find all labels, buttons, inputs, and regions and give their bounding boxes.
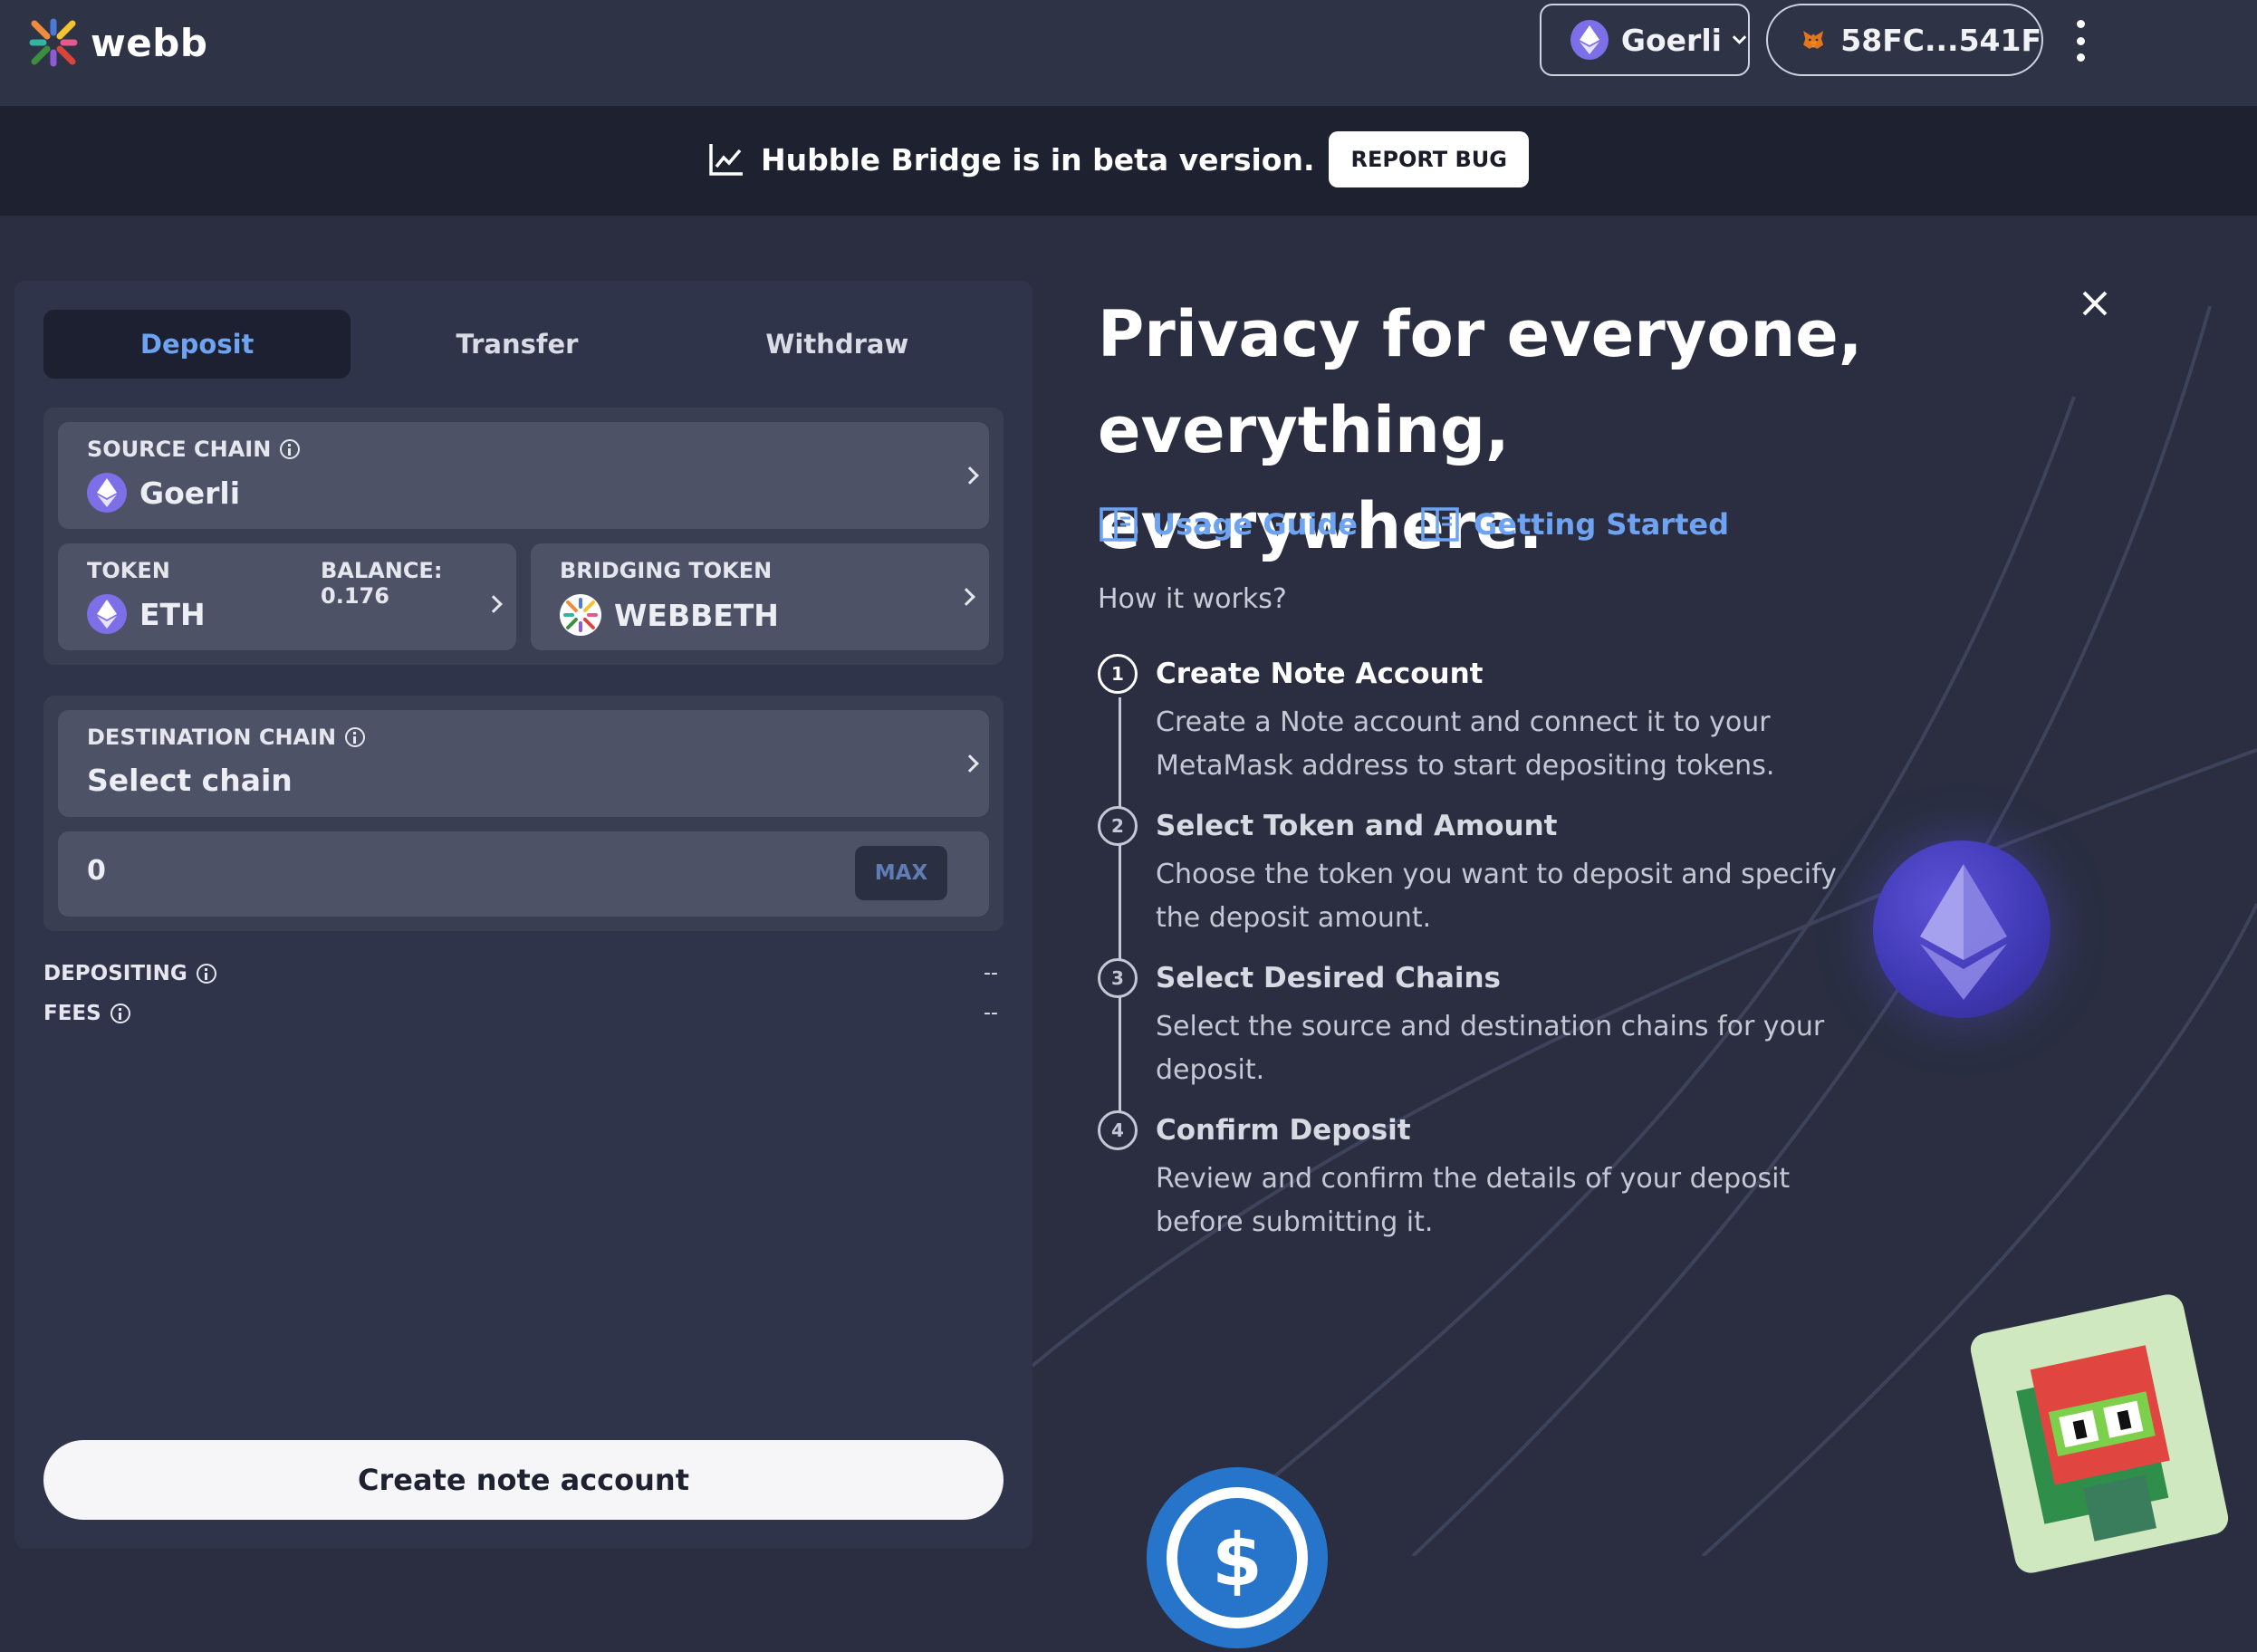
step-number: 4 [1098,1110,1138,1150]
depositing-label: DEPOSITING [43,962,187,985]
step-title: Create Note Account [1156,658,1484,690]
help-links: Usage Guide Getting Started [1100,507,1792,542]
token-value: ETH [139,596,206,632]
fees-row: FEES [43,1002,130,1025]
fees-label: FEES [43,1002,101,1025]
step-number: 3 [1098,958,1138,998]
webb-logo-icon [29,18,78,67]
source-chain-label: SOURCE CHAIN [87,437,272,462]
max-button[interactable]: MAX [855,846,947,900]
usdc-coin-icon: $ [1147,1467,1328,1648]
bridging-token-selector[interactable]: BRIDGING TOKEN WEBBETH [531,543,989,650]
token-selector[interactable]: TOKEN BALANCE: 0.176 ETH [58,543,516,650]
network-label: Goerli [1620,22,1722,58]
steps-list: 1 Create Note Account Create a Note acco… [1098,652,1895,1261]
bridge-form-panel: Deposit Transfer Withdraw SOURCE CHAIN G… [14,281,1032,1549]
depositing-row: DEPOSITING [43,962,216,985]
step-title: Select Desired Chains [1156,962,1502,994]
destination-group: DESTINATION CHAIN Select chain 0 MAX [43,696,1004,931]
info-icon[interactable] [196,964,216,984]
step-item: 3 Select Desired Chains Select the sourc… [1098,956,1895,1109]
webbeth-token-icon [560,594,601,636]
amount-field[interactable]: 0 MAX [58,831,989,917]
create-note-account-button[interactable]: Create note account [43,1440,1004,1520]
token-label: TOKEN [87,558,170,583]
step-description: Select the source and destination chains… [1156,1011,1825,1086]
network-selector-button[interactable]: Goerli [1540,4,1750,76]
brand-logo[interactable]: webb [27,16,207,69]
bridging-token-label: BRIDGING TOKEN [560,558,773,583]
usage-guide-link[interactable]: Usage Guide [1100,507,1358,542]
source-group: SOURCE CHAIN Goerli TOKEN BALANCE: 0.176 [43,408,1004,665]
step-description: Choose the token you want to deposit and… [1156,859,1837,934]
tab-bar: Deposit Transfer Withdraw [43,310,1004,379]
ethereum-coin-icon [1873,840,2051,1018]
tab-deposit[interactable]: Deposit [43,310,351,379]
hero-line-1: Privacy for everyone, [1098,297,1863,371]
step-item: 4 Confirm Deposit Review and confirm the… [1098,1109,1895,1261]
step-title: Confirm Deposit [1156,1114,1411,1147]
close-icon[interactable] [2079,288,2110,319]
destination-chain-label: DESTINATION CHAIN [87,725,337,750]
chevron-right-icon [957,588,975,606]
account-address: 58FC...541F [1840,22,2041,58]
ethereum-icon [87,594,127,634]
report-bug-button[interactable]: REPORT BUG [1329,131,1529,187]
step-description: Create a Note account and connect it to … [1156,706,1775,782]
info-icon[interactable] [345,727,366,747]
svg-text:$: $ [1212,1518,1263,1602]
how-it-works-label: How it works? [1098,583,1287,615]
hero-line-2: everything, everywhere. [1098,393,1543,563]
book-icon [1100,507,1138,542]
top-bar: webb Goerli 58FC...541F [0,0,2257,106]
getting-started-label: Getting Started [1474,507,1729,542]
beta-banner: Hubble Bridge is in beta version. REPORT… [0,106,2257,216]
info-icon[interactable] [110,1004,130,1023]
chevron-right-icon [961,466,979,485]
step-description: Review and confirm the details of your d… [1156,1163,1791,1238]
info-icon[interactable] [280,439,301,459]
source-chain-value: Goerli [139,475,241,511]
tab-transfer[interactable]: Transfer [363,310,670,379]
step-title: Select Token and Amount [1156,810,1558,842]
chevron-down-icon [1732,35,1747,44]
chevron-right-icon [961,754,979,773]
source-chain-selector[interactable]: SOURCE CHAIN Goerli [58,422,989,529]
metamask-fox-icon [1803,31,1824,49]
ethereum-icon [1570,20,1609,60]
destination-chain-selector[interactable]: DESTINATION CHAIN Select chain [58,710,989,817]
brand-name: webb [91,20,208,65]
tab-withdraw[interactable]: Withdraw [684,310,991,379]
step-number: 2 [1098,806,1138,846]
bridging-token-value: WEBBETH [614,597,779,633]
book-icon [1421,507,1459,542]
ethereum-icon [87,473,127,513]
fees-value: -- [984,1002,998,1024]
wallet-account-button[interactable]: 58FC...541F [1766,4,2043,76]
destination-chain-value: Select chain [87,763,293,798]
usage-guide-label: Usage Guide [1152,507,1358,542]
amount-input[interactable]: 0 [87,855,106,887]
banner-text: Hubble Bridge is in beta version. [761,141,1315,178]
chart-line-icon [709,144,743,176]
step-item: 1 Create Note Account Create a Note acco… [1098,652,1895,804]
kebab-menu-icon[interactable] [2067,20,2094,62]
getting-started-link[interactable]: Getting Started [1421,507,1729,542]
step-item: 2 Select Token and Amount Choose the tok… [1098,804,1895,956]
step-number: 1 [1098,654,1138,694]
depositing-value: -- [984,962,998,984]
